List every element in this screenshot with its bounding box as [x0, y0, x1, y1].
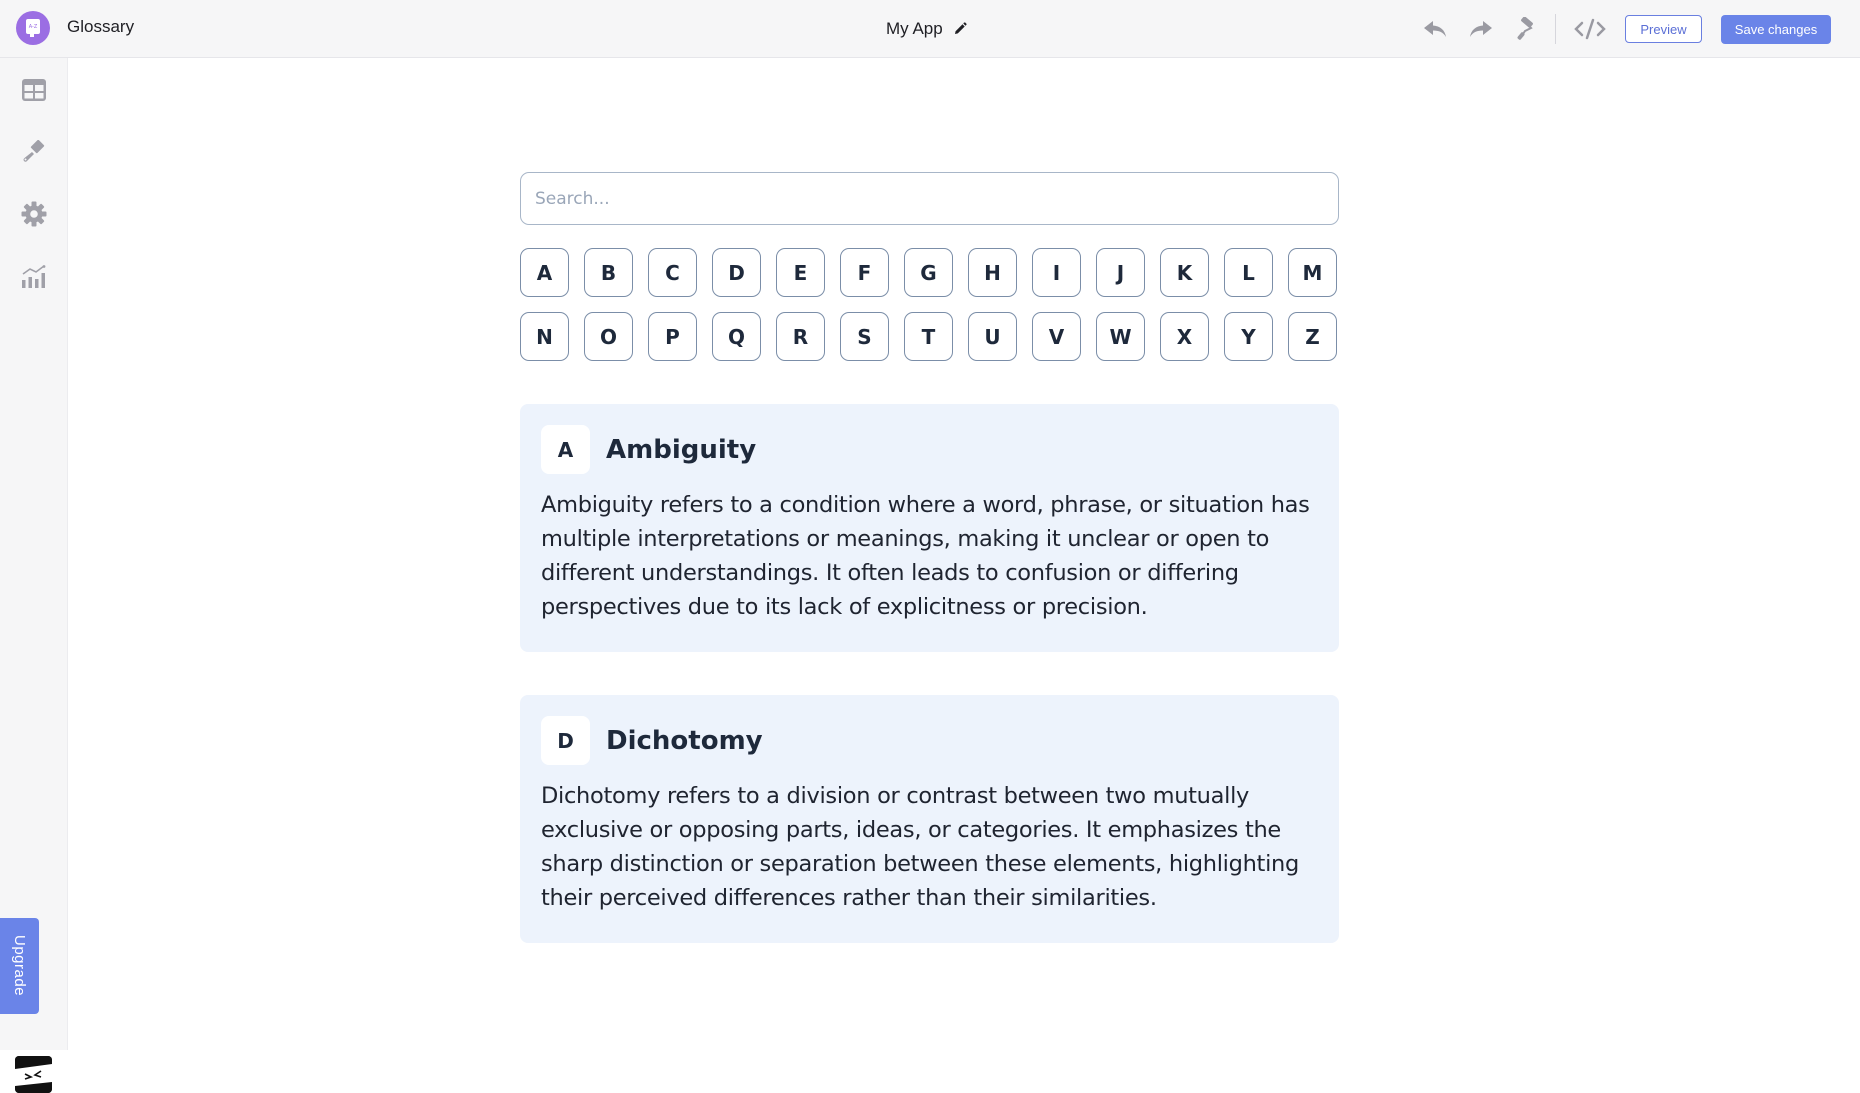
entry-definition: Ambiguity refers to a condition where a … [541, 492, 1310, 620]
letter-filter-l[interactable]: L [1224, 248, 1273, 297]
paint-roller-icon [1517, 17, 1533, 40]
upgrade-button[interactable]: Upgrade [0, 918, 39, 1014]
redo-icon [1470, 21, 1492, 37]
letter-filter-j[interactable]: J [1096, 248, 1145, 297]
entry-term: Ambiguity [606, 434, 757, 465]
glossary-entries: A Ambiguity Ambiguity refers to a conditio… [520, 404, 1339, 943]
entry-term: Dichotomy [606, 725, 763, 756]
letter-filter-q[interactable]: Q [712, 312, 761, 361]
gear-icon [21, 201, 47, 227]
app-title-text: My App [886, 19, 943, 38]
app-title[interactable]: My App [886, 19, 967, 39]
letter-filter-f[interactable]: F [840, 248, 889, 297]
letter-filter-d[interactable]: D [712, 248, 761, 297]
letter-filter-s[interactable]: S [840, 312, 889, 361]
platform-logo[interactable] [15, 1056, 52, 1093]
letter-filter-a[interactable]: A [520, 248, 569, 297]
preview-button[interactable]: Preview [1625, 15, 1702, 43]
letter-filter-k[interactable]: K [1160, 248, 1209, 297]
platform-logo-icon [15, 1056, 52, 1093]
letter-filter-m[interactable]: M [1288, 248, 1337, 297]
letter-filter-e[interactable]: E [776, 248, 825, 297]
top-bar: A-Z Glossary My App Preview Save changes [0, 0, 1860, 58]
letter-filter-y[interactable]: Y [1224, 312, 1273, 361]
letter-filter-u[interactable]: U [968, 312, 1017, 361]
glossary-entry: D Dichotomy Dichotomy refers to a division… [520, 695, 1339, 943]
letter-filter-z[interactable]: Z [1288, 312, 1337, 361]
glossary-entry: A Ambiguity Ambiguity refers to a conditio… [520, 404, 1339, 652]
entry-header: A Ambiguity [541, 425, 1318, 474]
code-icon [1574, 18, 1606, 40]
entry-letter-badge: A [541, 425, 590, 474]
letter-filter-w[interactable]: W [1096, 312, 1145, 361]
search-input[interactable] [520, 172, 1339, 225]
entry-letter-badge: D [541, 716, 590, 765]
letter-filter-h[interactable]: H [968, 248, 1017, 297]
toolbar-divider [1555, 14, 1556, 44]
letter-filter-r[interactable]: R [776, 312, 825, 361]
app-logo[interactable]: A-Z [16, 11, 50, 45]
svg-text:A-Z: A-Z [29, 24, 38, 30]
sidebar-item-analytics[interactable] [20, 263, 48, 291]
alphabet-filter: ABCDEFGHIJKLM NOPQRSTUVWXYZ [520, 248, 1339, 361]
undo-button[interactable] [1422, 16, 1448, 42]
letter-filter-x[interactable]: X [1160, 312, 1209, 361]
upgrade-label: Upgrade [11, 935, 28, 997]
letter-filter-c[interactable]: C [648, 248, 697, 297]
letter-filter-n[interactable]: N [520, 312, 569, 361]
letter-filter-b[interactable]: B [584, 248, 633, 297]
letter-filter-o[interactable]: O [584, 312, 633, 361]
pencil-icon[interactable] [953, 22, 967, 36]
glossary-book-icon: A-Z [26, 19, 40, 37]
letter-filter-p[interactable]: P [648, 312, 697, 361]
analytics-icon [22, 265, 46, 288]
letter-filter-g[interactable]: G [904, 248, 953, 297]
sidebar: Upgrade [0, 58, 68, 1093]
sidebar-item-data[interactable] [20, 76, 48, 104]
redo-button[interactable] [1468, 16, 1494, 42]
app-name: Glossary [67, 17, 135, 36]
theme-button[interactable] [1511, 16, 1537, 42]
entry-header: D Dichotomy [541, 716, 1318, 765]
entry-definition: Dichotomy refers to a division or contra… [541, 783, 1299, 911]
glossary-container: ABCDEFGHIJKLMNOPQRSTUVWXYZ AAmbiguityAmb… [520, 172, 1339, 943]
undo-icon [1424, 21, 1446, 37]
sidebar-item-design[interactable] [20, 138, 48, 166]
letter-filter-v[interactable]: V [1032, 312, 1081, 361]
code-button[interactable] [1574, 16, 1606, 42]
brush-icon [23, 140, 45, 162]
sidebar-item-settings[interactable] [20, 200, 48, 228]
table-icon [22, 79, 46, 101]
letter-filter-i[interactable]: I [1032, 248, 1081, 297]
letter-filter-t[interactable]: T [904, 312, 953, 361]
save-changes-button[interactable]: Save changes [1721, 15, 1831, 44]
